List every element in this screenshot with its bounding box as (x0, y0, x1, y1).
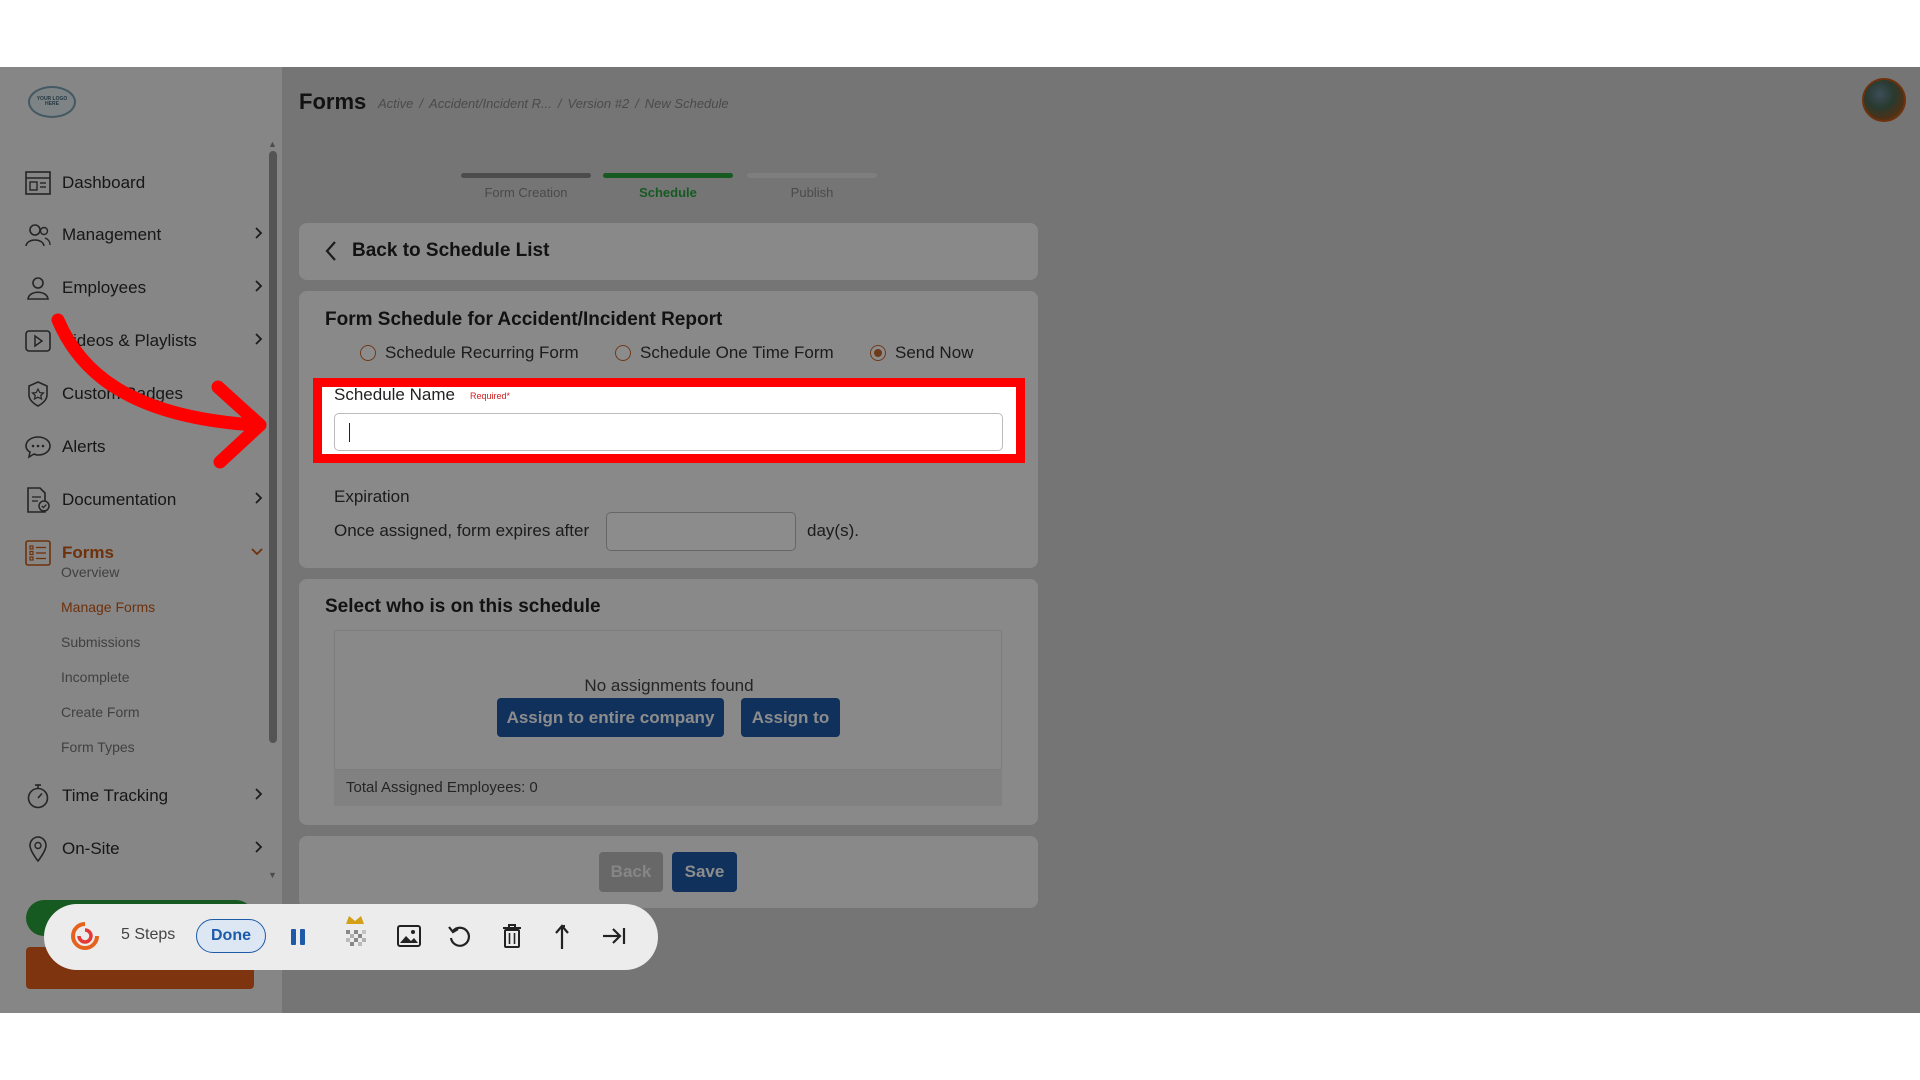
step-count: 5 Steps (121, 926, 176, 943)
image-icon[interactable] (396, 923, 422, 949)
blur-premium-icon[interactable] (340, 912, 370, 954)
recorder-logo-icon[interactable] (70, 921, 100, 951)
highlight-red-frame (313, 378, 1025, 463)
undo-icon[interactable] (447, 923, 473, 949)
red-pointer-arrow-icon (51, 313, 267, 469)
dim-overlay (0, 67, 1920, 1013)
move-up-icon[interactable] (551, 923, 573, 951)
done-button[interactable]: Done (196, 919, 266, 953)
pause-icon[interactable] (288, 923, 308, 951)
recorder-toolbar: 5 Steps Done (44, 904, 658, 970)
skip-to-end-icon[interactable] (600, 923, 628, 949)
screen: YOUR LOGO HERE Dashboard Management Empl… (0, 67, 1920, 1013)
trash-icon[interactable] (500, 923, 524, 949)
